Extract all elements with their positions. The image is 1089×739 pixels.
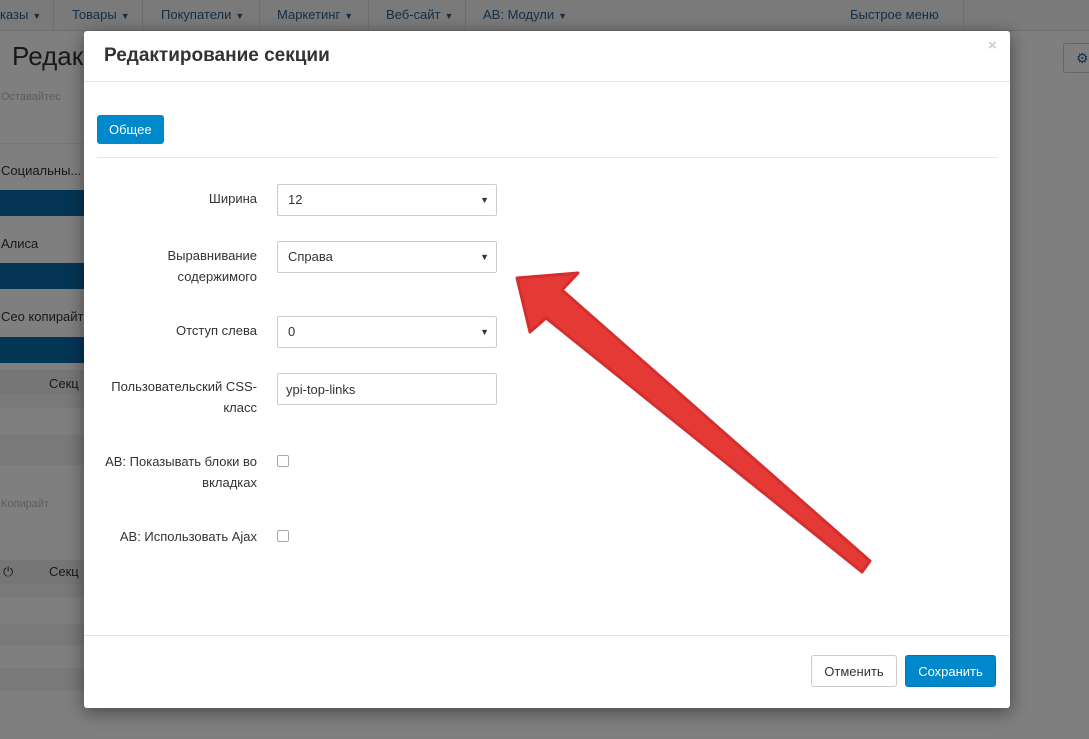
alignment-label-line2: содержимого	[177, 269, 257, 284]
save-button[interactable]: Сохранить	[905, 655, 996, 687]
modal-footer-divider	[84, 635, 1010, 636]
use-ajax-label: AB: Использовать Ajax	[119, 529, 257, 544]
offset-left-label: Отступ слева	[176, 323, 257, 338]
css-class-label: Пользовательский CSS- класс	[84, 376, 257, 418]
alignment-label: Выравнивание содержимого	[84, 245, 257, 287]
css-class-label-line1: Пользовательский CSS-	[111, 379, 257, 394]
show-blocks-tabs-label-line2: вкладках	[202, 475, 257, 490]
alignment-label-line1: Выравнивание	[167, 248, 257, 263]
width-select[interactable]: 12 ▼	[277, 184, 497, 216]
dropdown-arrow-icon: ▼	[480, 252, 489, 262]
modal-title: Редактирование секции	[104, 45, 330, 66]
width-select-value: 12	[288, 192, 303, 207]
close-icon[interactable]: ×	[988, 37, 997, 54]
show-blocks-tabs-label-line1: AB: Показывать блоки во	[105, 454, 257, 469]
show-blocks-tabs-label: AB: Показывать блоки во вкладках	[84, 451, 257, 493]
offset-left-select-value: 0	[288, 324, 296, 339]
cancel-button[interactable]: Отменить	[811, 655, 897, 687]
tab-general[interactable]: Общее	[97, 115, 164, 144]
edit-section-modal: Редактирование секции × Общее Ширина 12 …	[84, 31, 1010, 708]
dropdown-arrow-icon: ▼	[480, 195, 489, 205]
tab-divider	[97, 157, 998, 158]
use-ajax-checkbox[interactable]	[277, 530, 289, 542]
alignment-select[interactable]: Справа ▼	[277, 241, 497, 273]
alignment-select-value: Справа	[288, 249, 333, 264]
offset-left-select[interactable]: 0 ▼	[277, 316, 497, 348]
dropdown-arrow-icon: ▼	[480, 327, 489, 337]
modal-header: Редактирование секции ×	[84, 31, 1010, 82]
css-class-label-line2: класс	[223, 400, 257, 415]
show-blocks-tabs-checkbox[interactable]	[277, 455, 289, 467]
width-label: Ширина	[208, 191, 257, 206]
css-class-input[interactable]	[277, 373, 497, 405]
